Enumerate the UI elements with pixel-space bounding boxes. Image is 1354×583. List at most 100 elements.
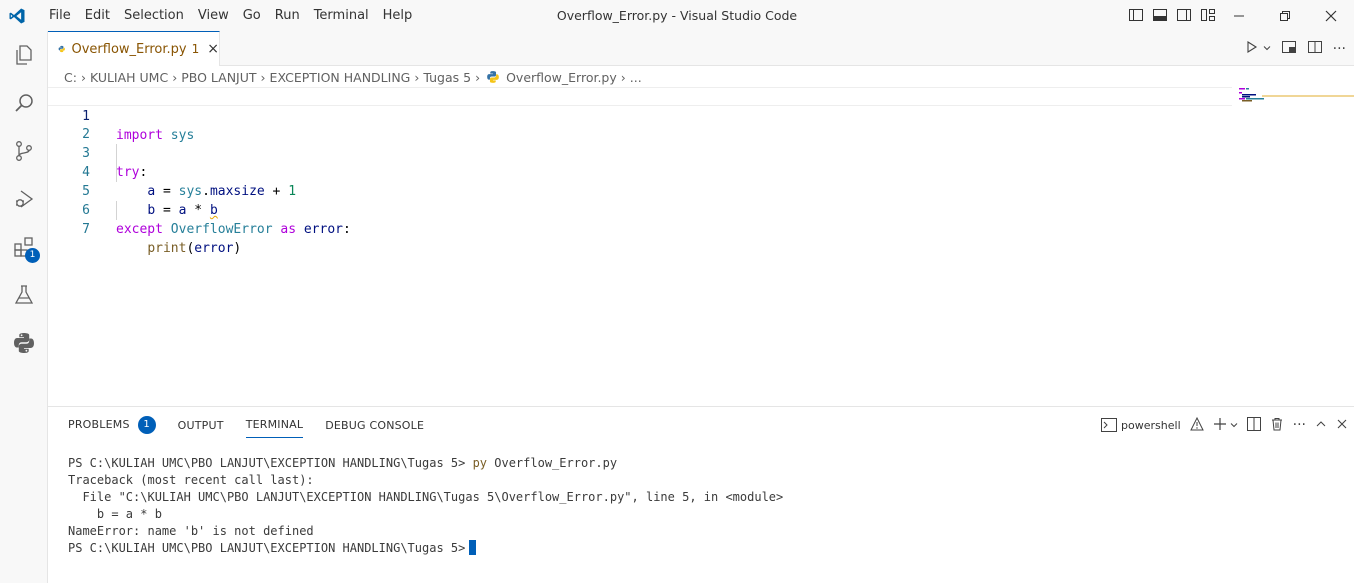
code-token: except [116, 222, 163, 237]
code-line: 7 print(error) [48, 201, 1232, 256]
terminal-prompt: PS C:\KULIAH UMC\PBO LANJUT\EXCEPTION HA… [68, 541, 466, 555]
code-line: 4 a = sys.maxsize + 1 [48, 144, 1232, 199]
chevron-right-icon: › [80, 69, 86, 85]
warning-icon[interactable] [1189, 416, 1204, 434]
menu-run[interactable]: Run [268, 8, 307, 23]
code-token: error [303, 222, 343, 237]
terminal-line: b = a * b [68, 507, 162, 521]
tab-terminal[interactable]: TERMINAL [245, 412, 304, 438]
breadcrumb-item[interactable]: Tugas 5 [423, 70, 471, 85]
python-file-icon [58, 45, 65, 53]
terminal-output[interactable]: PS C:\KULIAH UMC\PBO LANJUT\EXCEPTION HA… [68, 455, 783, 557]
menu-help[interactable]: Help [376, 8, 420, 23]
breadcrumb-item[interactable]: PBO LANJUT [181, 70, 256, 85]
code-token: print [147, 241, 187, 256]
menu-edit[interactable]: Edit [78, 8, 117, 23]
code-line: 6 except OverflowError as error: [48, 182, 1232, 237]
code-token: as [280, 222, 297, 237]
open-preview-icon[interactable] [1281, 39, 1297, 59]
menu-selection[interactable]: Selection [117, 8, 191, 23]
breadcrumb-item[interactable]: Overflow_Error.py [506, 70, 617, 85]
terminal-line: NameError: name 'b' is not defined [68, 524, 314, 538]
toggle-panel-icon[interactable] [1152, 7, 1168, 23]
minimap[interactable] [1232, 88, 1354, 406]
chevron-right-icon: › [620, 69, 626, 85]
activity-bar: 1 [0, 31, 48, 583]
maximize-panel-icon[interactable] [1315, 418, 1327, 433]
code-line: 2 [48, 106, 1232, 142]
chevron-right-icon: › [414, 69, 420, 85]
breadcrumb: C: › KULIAH UMC › PBO LANJUT › EXCEPTION HA… [48, 66, 1354, 88]
python-file-icon [487, 71, 499, 83]
indent-guide [116, 144, 117, 182]
split-editor-icon[interactable] [1307, 39, 1323, 59]
code-token: : [343, 222, 351, 237]
menu-go[interactable]: Go [236, 8, 268, 23]
vscode-logo-icon [9, 8, 25, 24]
explorer-icon[interactable] [0, 31, 48, 79]
terminal-cursor [469, 540, 477, 555]
shell-name: powershell [1121, 418, 1181, 432]
menu-file[interactable]: File [42, 8, 78, 23]
tab-debug-console[interactable]: DEBUG CONSOLE [325, 413, 424, 438]
terminal-command: py [472, 456, 488, 470]
terminal-command-args: Overflow_Error.py [487, 456, 618, 470]
run-debug-icon[interactable] [0, 175, 48, 223]
breadcrumb-item[interactable]: EXCEPTION HANDLING [270, 70, 411, 85]
tab-overflow-error[interactable]: Overflow_Error.py 1 × [48, 31, 220, 66]
editor-tab-bar: Overflow_Error.py 1 × ··· [48, 31, 1354, 66]
tab-output[interactable]: OUTPUT [178, 413, 224, 438]
toggle-secondary-sidebar-icon[interactable] [1176, 7, 1192, 23]
chevron-down-icon[interactable] [1230, 419, 1238, 432]
tab-problems-label: PROBLEMS [68, 418, 130, 431]
close-tab-icon[interactable]: × [207, 41, 219, 57]
code-line: 3 try: [48, 125, 1232, 180]
more-actions-icon[interactable]: ··· [1293, 417, 1306, 433]
code-token: error [194, 241, 234, 256]
terminal-line: File "C:\KULIAH UMC\PBO LANJUT\EXCEPTION… [68, 490, 784, 504]
minimize-button[interactable] [1216, 0, 1262, 31]
title-bar: File Edit Selection View Go Run Terminal… [0, 0, 1354, 31]
tab-label: Overflow_Error.py [71, 41, 187, 57]
trash-icon[interactable] [1270, 417, 1284, 434]
problems-badge: 1 [137, 416, 156, 434]
run-file-icon[interactable] [1245, 40, 1259, 58]
bottom-panel: PROBLEMS 1 OUTPUT TERMINAL DEBUG CONSOLE … [48, 406, 1354, 583]
chevron-right-icon: › [475, 69, 481, 85]
menu-terminal[interactable]: Terminal [307, 8, 376, 23]
terminal-prompt: PS C:\KULIAH UMC\PBO LANJUT\EXCEPTION HA… [68, 456, 473, 470]
breadcrumb-item[interactable]: KULIAH UMC [90, 70, 168, 85]
indent-guide [116, 201, 117, 220]
code-token: OverflowError [170, 222, 273, 237]
search-icon[interactable] [0, 79, 48, 127]
restore-button[interactable] [1262, 0, 1308, 31]
breadcrumb-item[interactable]: ... [630, 70, 642, 85]
testing-icon[interactable] [0, 271, 48, 319]
terminal-shell-selector[interactable]: powershell [1101, 418, 1181, 432]
toggle-primary-sidebar-icon[interactable] [1128, 7, 1144, 23]
code-line: 5 b = a * b [48, 163, 1232, 218]
extensions-icon[interactable]: 1 [0, 223, 48, 271]
tab-problem-count: 1 [191, 42, 200, 56]
terminal-line: PS C:\KULIAH UMC\PBO LANJUT\EXCEPTION HA… [68, 540, 783, 557]
menu-bar: File Edit Selection View Go Run Terminal… [42, 0, 419, 31]
python-icon[interactable] [0, 319, 48, 367]
chevron-down-icon[interactable] [1263, 41, 1271, 56]
more-actions-icon[interactable]: ··· [1333, 41, 1346, 57]
close-panel-icon[interactable] [1336, 418, 1348, 433]
menu-view[interactable]: View [191, 8, 236, 23]
chevron-right-icon: › [172, 69, 178, 85]
tab-problems[interactable]: PROBLEMS 1 [68, 410, 156, 440]
source-control-icon[interactable] [0, 127, 48, 175]
breadcrumb-item[interactable]: C: [64, 70, 77, 85]
code-line: 1 import sys [48, 87, 1232, 143]
line-number: 7 [82, 222, 90, 237]
code-token: ) [233, 241, 242, 256]
split-terminal-icon[interactable] [1246, 416, 1261, 434]
close-window-button[interactable] [1308, 0, 1354, 31]
extensions-badge: 1 [25, 248, 40, 263]
customize-layout-icon[interactable] [1200, 7, 1216, 23]
terminal-icon [1101, 418, 1118, 432]
new-terminal-icon[interactable] [1213, 417, 1227, 434]
code-editor[interactable]: 1 import sys 2 3 try: 4 a = sys.maxsize … [48, 87, 1354, 406]
